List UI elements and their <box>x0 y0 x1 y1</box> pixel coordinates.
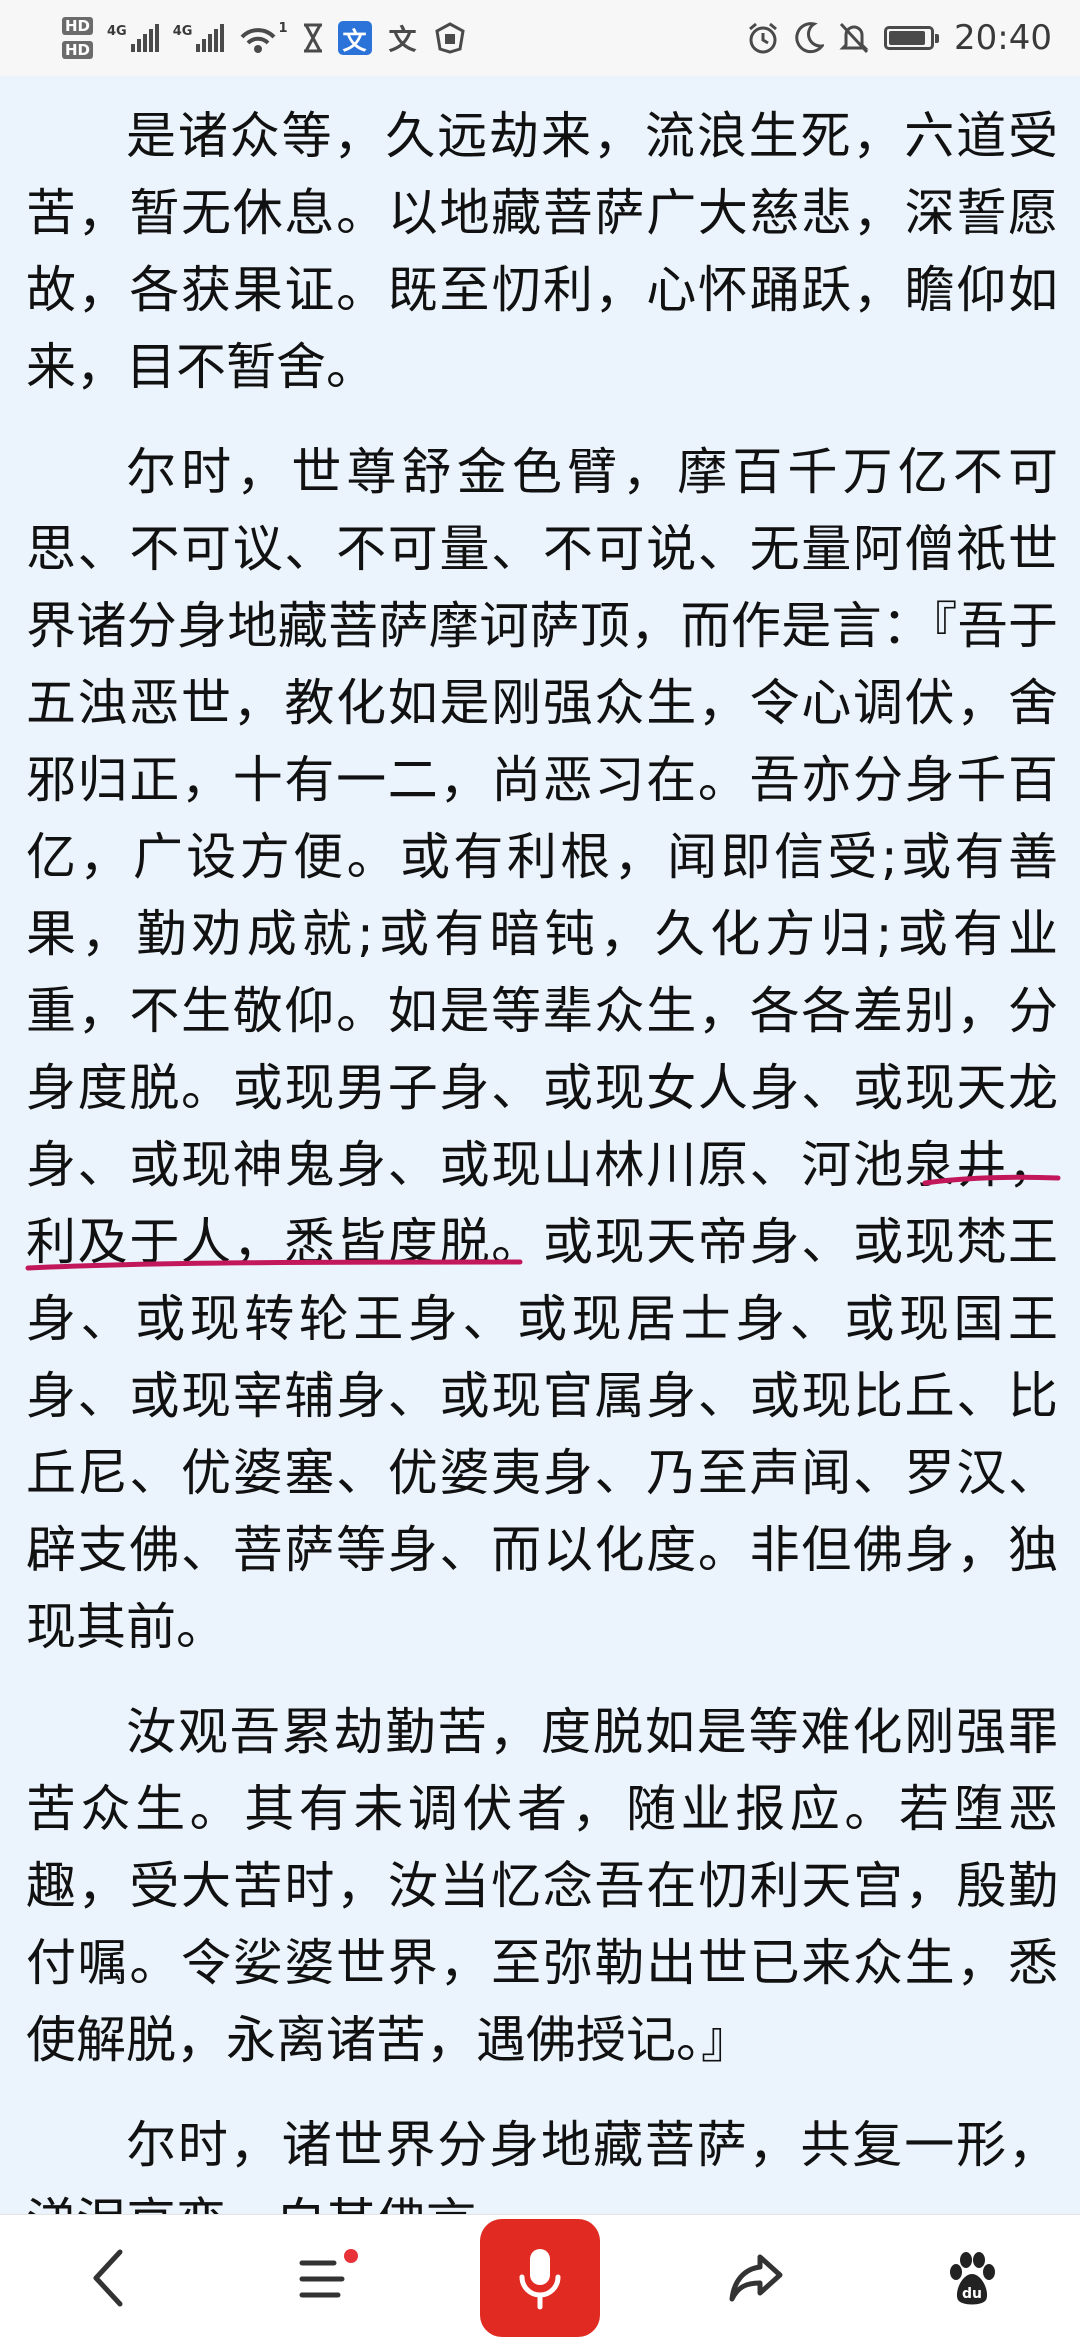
menu-button[interactable] <box>264 2223 384 2333</box>
notification-dot <box>344 2249 358 2263</box>
translate-icon: 文 <box>337 21 372 55</box>
hd-icon: HD HD <box>62 17 94 59</box>
translate-icon: 文 <box>388 23 417 56</box>
back-button[interactable] <box>48 2223 168 2333</box>
wifi-icon: 1 <box>238 21 288 55</box>
moon-icon <box>794 22 825 54</box>
hd1-label: HD <box>62 17 94 35</box>
share-button[interactable] <box>696 2223 816 2333</box>
status-bar: HD HD 4G 4G 1 文 文 20:40 <box>0 0 1080 76</box>
bottom-nav: du <box>0 2214 1080 2341</box>
sim2-label: 4G <box>172 24 193 39</box>
paragraph: 尔时，诸世界分身地藏菩萨，共复一形，涕泪哀恋，白其佛言。 <box>26 2116 1058 2214</box>
reading-content[interactable]: 是诸众等，久远劫来，流浪生死，六道受苦，暂无休息。以地藏菩萨广大慈悲，深誓愿故，… <box>0 76 1080 2214</box>
paragraph: 汝观吾累劫勤苦，度脱如是等难化刚强罪苦众生。其有未调伏者，随业报应。若堕恶趣，受… <box>26 1703 1058 2069</box>
hourglass-icon <box>302 23 324 53</box>
shield-icon <box>434 22 466 54</box>
mute-icon <box>838 21 870 55</box>
back-icon <box>93 2249 123 2307</box>
voice-button[interactable] <box>480 2219 600 2337</box>
sim1-label: 4G <box>107 24 127 39</box>
svg-text:du: du <box>962 2286 982 2302</box>
alarm-icon <box>746 21 780 55</box>
microphone-icon <box>519 2249 561 2310</box>
paragraph: 尔时，世尊舒金色臂，摩百千万亿不可思、不可议、不可量、不可说、无量阿僧祇世界诸分… <box>26 443 1058 1656</box>
baidu-paw-icon: du <box>950 2252 995 2305</box>
battery-icon <box>884 26 940 50</box>
wifi-badge: 1 <box>278 21 288 36</box>
signal-icon: 4G <box>107 24 159 52</box>
share-icon <box>729 2254 783 2302</box>
hd2-label: HD <box>62 41 94 59</box>
signal-icon: 4G <box>173 24 225 52</box>
paragraph: 是诸众等，久远劫来，流浪生死，六道受苦，暂无休息。以地藏菩萨广大慈悲，深誓愿故，… <box>26 107 1058 396</box>
clock: 20:40 <box>954 18 1052 58</box>
baidu-button[interactable]: du <box>912 2223 1032 2333</box>
status-left: HD HD 4G 4G 1 文 文 <box>62 17 466 59</box>
menu-icon <box>299 2260 345 2298</box>
status-right: 20:40 <box>746 18 1052 58</box>
